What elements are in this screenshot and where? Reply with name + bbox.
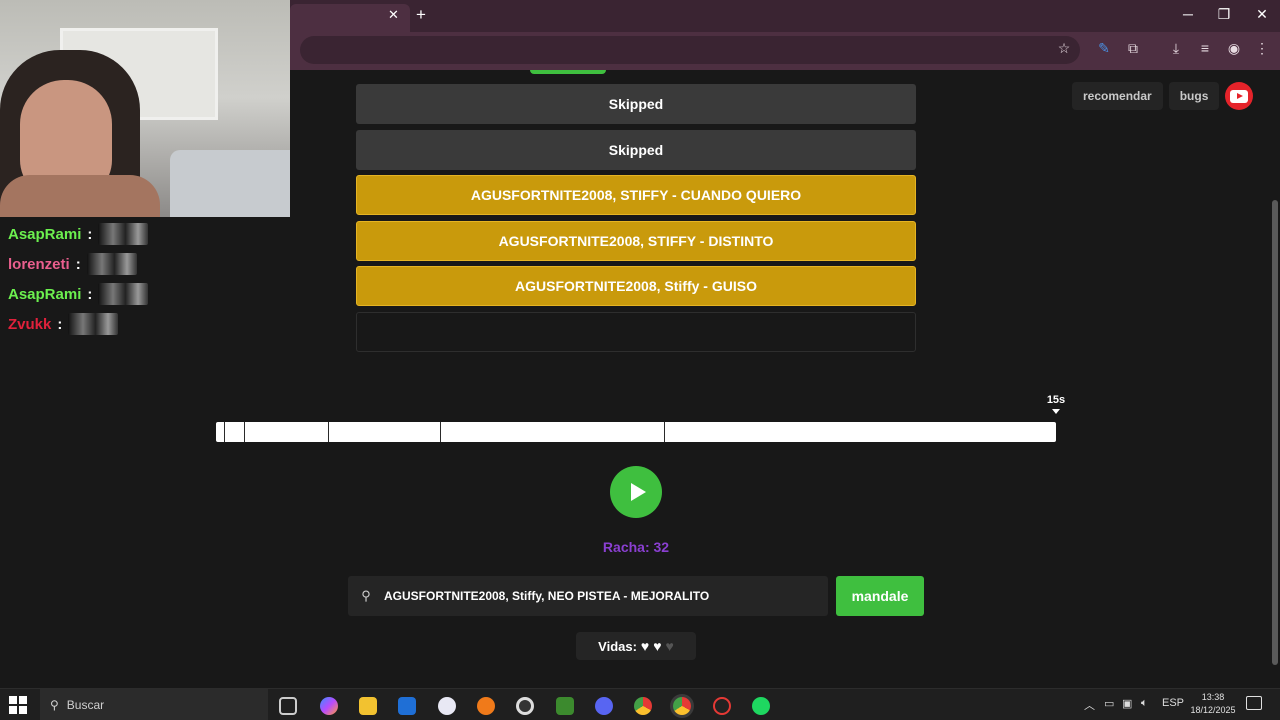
restore-icon[interactable]: ❐ <box>1214 6 1234 23</box>
notification-icon[interactable] <box>1246 696 1262 710</box>
chat-separator: : <box>75 255 81 273</box>
media-control-icon[interactable]: ≡ <box>1195 40 1215 56</box>
copilot-icon[interactable] <box>320 697 338 715</box>
guess-row: AGUSFORTNITE2008, STIFFY - CUANDO QUIERO <box>356 175 916 215</box>
network-icon[interactable]: ▣ <box>1122 697 1132 710</box>
chat-username: Zvukk <box>8 315 52 333</box>
guess-row: Skipped <box>356 84 916 124</box>
youtube-icon <box>1230 89 1249 103</box>
tray-device-icon[interactable]: ▭ <box>1104 697 1114 710</box>
minecraft-icon[interactable] <box>556 697 574 715</box>
submit-button[interactable]: mandale <box>836 576 924 616</box>
guess-row: Skipped <box>356 129 916 170</box>
chat-emote <box>68 313 119 335</box>
spotify-icon[interactable] <box>752 697 770 715</box>
segment-divider <box>664 422 665 442</box>
bugs-button[interactable]: bugs <box>1168 82 1220 110</box>
chat-separator: : <box>57 315 63 333</box>
play-icon <box>630 483 646 501</box>
new-tab-icon[interactable]: + <box>416 5 426 25</box>
top-links: recomendar bugs <box>1072 82 1254 110</box>
header-accent-bar <box>530 70 606 74</box>
firefox-icon[interactable] <box>477 697 495 715</box>
profile-icon[interactable]: ◉ <box>1224 40 1244 57</box>
chat-message: AsapRami: <box>8 219 149 249</box>
menu-kebab-icon[interactable]: ⋮ <box>1252 40 1272 57</box>
obs-icon[interactable] <box>516 697 534 715</box>
chat-emote <box>98 223 149 245</box>
webcam-background-bed <box>170 150 290 217</box>
search-icon: ⚲ <box>361 588 371 603</box>
taskbar-search[interactable]: ⚲ Buscar <box>40 689 268 720</box>
tray-chevron-icon[interactable]: ︿ <box>1084 697 1095 713</box>
discord-icon[interactable] <box>595 697 613 715</box>
chat-message: Zvukk: <box>8 309 148 339</box>
guess-row-empty <box>356 311 916 352</box>
play-button[interactable] <box>610 466 662 518</box>
webcam-person-body <box>0 175 160 217</box>
lives-label: Vidas: <box>598 638 637 654</box>
heart-full-icon: ♥ <box>640 638 650 654</box>
file-explorer-icon[interactable] <box>359 697 377 715</box>
chrome-active-icon[interactable] <box>673 697 691 715</box>
clock-time: 13:38 <box>1201 692 1225 702</box>
chat-message: AsapRami: <box>8 279 149 309</box>
timer-marker-icon <box>1052 409 1060 414</box>
page-scrollbar[interactable] <box>1272 200 1278 665</box>
chat-overlay: AsapRami: lorenzeti: AsapRami: Zvukk: <box>8 219 149 339</box>
audio-progress-bar <box>216 422 1056 442</box>
recommend-button[interactable]: recomendar <box>1072 82 1163 110</box>
chat-separator: : <box>87 225 93 243</box>
translate-extension-icon[interactable]: ✎ <box>1094 40 1114 57</box>
guess-row: AGUSFORTNITE2008, Stiffy - GUISO <box>356 266 916 306</box>
minimize-icon[interactable]: ─ <box>1178 6 1198 22</box>
close-tab-icon[interactable]: ✕ <box>388 7 399 23</box>
chat-emote <box>98 283 149 305</box>
chat-username: AsapRami <box>8 285 82 303</box>
app-icon[interactable] <box>713 697 731 715</box>
bookmark-star-icon[interactable]: ☆ <box>1054 40 1074 57</box>
windows-taskbar: ⚲ Buscar ︿ ▭ ▣ 🔈︎ ESP 13:38 18/12/2025 <box>0 688 1280 720</box>
guess-row: AGUSFORTNITE2008, STIFFY - DISTINTO <box>356 220 916 261</box>
heart-lost-icon: ♥ <box>665 638 674 654</box>
chat-username: lorenzeti <box>8 255 70 273</box>
webcam-overlay <box>0 0 290 217</box>
chrome-icon[interactable] <box>634 697 652 715</box>
clock-date: 18/12/2025 <box>1190 705 1236 715</box>
chat-message: lorenzeti: <box>8 249 148 279</box>
close-window-icon[interactable]: ✕ <box>1252 6 1272 23</box>
language-indicator[interactable]: ESP <box>1162 697 1184 709</box>
lives-indicator: Vidas: ♥ ♥ ♥ <box>576 632 696 660</box>
windows-start-icon[interactable] <box>9 696 27 714</box>
chat-username: AsapRami <box>8 225 82 243</box>
store-icon[interactable] <box>398 697 416 715</box>
segment-divider <box>440 422 441 442</box>
youtube-button[interactable] <box>1225 82 1254 110</box>
segment-divider <box>328 422 329 442</box>
streak-counter: Racha: 32 <box>602 539 670 555</box>
taskbar-search-placeholder: Buscar <box>66 698 105 712</box>
download-icon[interactable]: ⤓ <box>1166 40 1186 57</box>
volume-icon[interactable]: 🔈︎ <box>1141 697 1148 710</box>
extensions-icon[interactable]: ⧉ <box>1123 40 1143 57</box>
address-bar[interactable] <box>300 36 1080 64</box>
task-view-icon[interactable] <box>279 697 297 715</box>
word-icon[interactable] <box>438 697 456 715</box>
timer-max-label: 15s <box>1046 394 1066 406</box>
song-search-box[interactable]: ⚲ <box>348 576 828 616</box>
song-search-input[interactable] <box>384 589 828 603</box>
taskbar-clock[interactable]: 13:38 18/12/2025 <box>1188 691 1238 717</box>
screen: ✕ + ─ ❐ ✕ ☆ ✎ ⧉ ⤓ ≡ ◉ ⋮ recomendar bugs … <box>0 0 1280 720</box>
chat-emote <box>86 253 137 275</box>
guess-list: Skipped Skipped AGUSFORTNITE2008, STIFFY -… <box>356 84 916 357</box>
search-icon: ⚲ <box>50 698 59 712</box>
heart-full-icon: ♥ <box>653 638 662 654</box>
chat-separator: : <box>87 285 93 303</box>
segment-divider <box>244 422 245 442</box>
segment-divider <box>224 422 225 442</box>
